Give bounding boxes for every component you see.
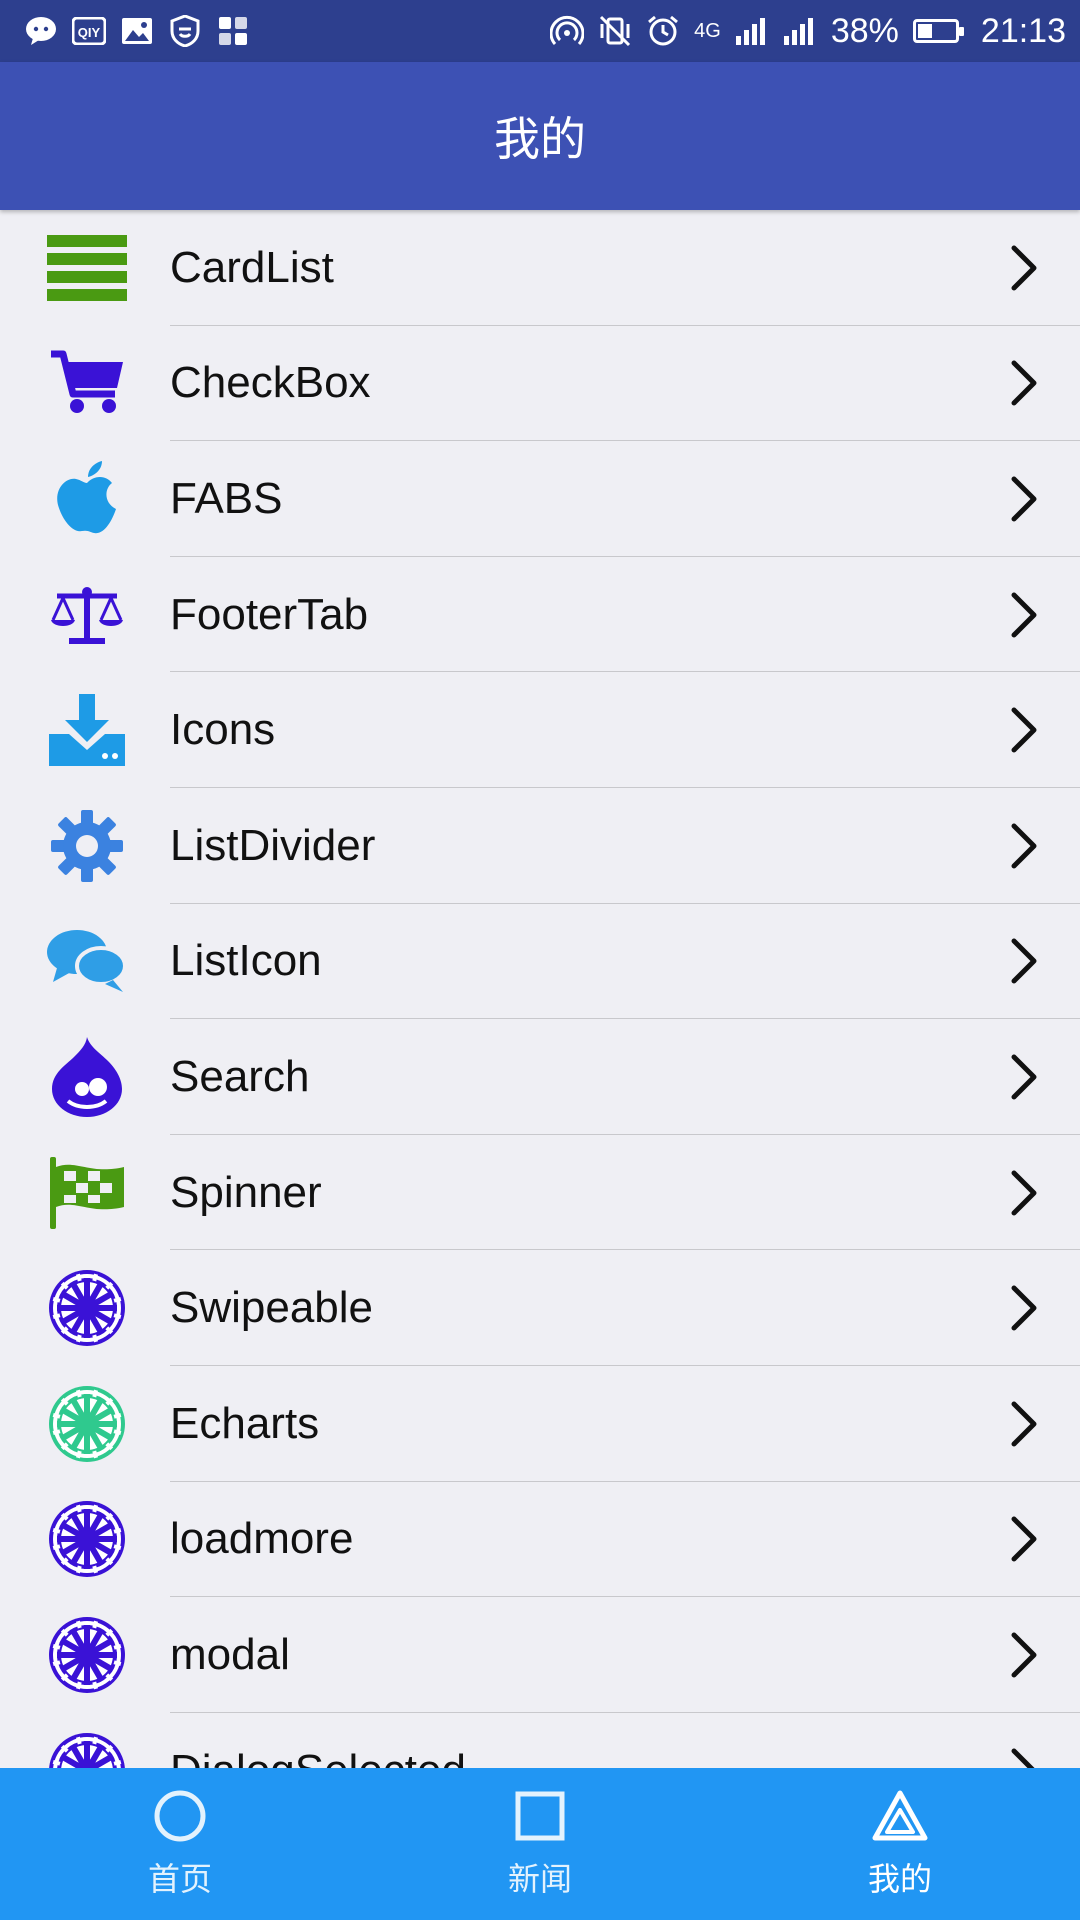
app-header: 我的	[0, 62, 1080, 210]
list-item-cardlist[interactable]: CardList	[0, 210, 1080, 326]
list-item-modal[interactable]: modal	[0, 1597, 1080, 1713]
list-item-loadmore[interactable]: loadmore	[0, 1482, 1080, 1598]
list-item-swipeable[interactable]: Swipeable	[0, 1250, 1080, 1366]
tab-news[interactable]: 新闻	[360, 1768, 720, 1920]
list-item-label: modal	[170, 1629, 290, 1679]
tab-home[interactable]: 首页	[0, 1768, 360, 1920]
menu-list[interactable]: CardList CheckBox FABS FooterTab Icons ListDi…	[0, 210, 1080, 1768]
chevron-right-icon	[1008, 706, 1040, 754]
page-title: 我的	[494, 113, 586, 165]
list-item-label: FooterTab	[170, 589, 369, 639]
shield-icon	[168, 14, 202, 48]
status-bar-right: 4G 38% 21:13	[550, 12, 1066, 51]
flag-icon	[46, 1152, 128, 1234]
cart-icon	[46, 342, 128, 424]
empire-icon	[46, 1614, 128, 1696]
status-bar-left: QIY	[24, 14, 250, 48]
list-item-label: loadmore	[170, 1514, 354, 1564]
alarm-icon	[646, 14, 680, 48]
list-item-checkbox[interactable]: CheckBox	[0, 326, 1080, 442]
list-icon	[46, 227, 128, 309]
image-icon	[120, 14, 154, 48]
drupal-icon	[46, 1036, 128, 1118]
list-item-icons[interactable]: Icons	[0, 672, 1080, 788]
apple-icon	[46, 458, 128, 540]
empire-icon	[46, 1730, 128, 1768]
list-item-spinner[interactable]: Spinner	[0, 1135, 1080, 1251]
chat-bubbles-icon	[46, 920, 128, 1002]
chevron-right-icon	[1008, 1053, 1040, 1101]
chevron-right-icon	[1008, 1515, 1040, 1563]
list-item-label: Echarts	[170, 1398, 320, 1448]
list-item-label: DialogSelected	[170, 1746, 466, 1768]
empire-icon	[46, 1383, 128, 1465]
download-icon	[46, 689, 128, 771]
apps-icon	[216, 14, 250, 48]
list-item-label: CardList	[170, 242, 334, 292]
list-item-label: Search	[170, 1051, 310, 1101]
empire-icon	[46, 1498, 128, 1580]
chevron-right-icon	[1008, 1284, 1040, 1332]
wechat-icon	[24, 14, 58, 48]
chevron-right-icon	[1008, 1631, 1040, 1679]
chevron-right-icon	[1008, 244, 1040, 292]
chevron-right-icon	[1008, 1400, 1040, 1448]
tab-label: 新闻	[507, 1861, 572, 1897]
chevron-right-icon	[1008, 1747, 1040, 1768]
hotspot-icon	[550, 14, 585, 48]
vibrate-off-icon	[598, 14, 632, 48]
list-item-listdivider[interactable]: ListDivider	[0, 788, 1080, 904]
list-item-search[interactable]: Search	[0, 1019, 1080, 1135]
triangle-icon	[872, 1788, 928, 1844]
list-item-label: Spinner	[170, 1167, 322, 1217]
gear-icon	[46, 805, 128, 887]
chevron-right-icon	[1008, 591, 1040, 639]
tab-mine[interactable]: 我的	[720, 1768, 1080, 1920]
battery-level	[917, 24, 932, 38]
tab-label: 首页	[147, 1861, 212, 1897]
list-item-listicon[interactable]: ListIcon	[0, 904, 1080, 1020]
circle-icon	[152, 1788, 208, 1844]
chevron-right-icon	[1008, 475, 1040, 523]
list-item-echarts[interactable]: Echarts	[0, 1366, 1080, 1482]
battery-icon	[912, 19, 964, 43]
iqiyi-icon: QIY	[72, 14, 106, 48]
list-item-label: CheckBox	[170, 358, 371, 408]
tab-label: 我的	[867, 1861, 932, 1897]
chevron-right-icon	[1008, 822, 1040, 870]
network-type: 4G	[694, 19, 721, 42]
list-item-label: FABS	[170, 473, 283, 523]
bottom-tab-bar: 首页 新闻 我的	[0, 1768, 1080, 1920]
battery-percent: 38%	[830, 11, 899, 50]
empire-icon	[46, 1267, 128, 1349]
status-bar: QIY 4G 38% 21:13	[0, 0, 1080, 62]
square-icon	[512, 1788, 568, 1844]
chevron-right-icon	[1008, 359, 1040, 407]
list-item-label: Swipeable	[170, 1283, 374, 1333]
balance-scale-icon	[46, 574, 128, 656]
chevron-right-icon	[1008, 1169, 1040, 1217]
svg-text:QIY: QIY	[78, 25, 101, 40]
list-item-fabs[interactable]: FABS	[0, 441, 1080, 557]
list-item-label: Icons	[170, 705, 276, 755]
list-item-label: ListDivider	[170, 820, 376, 870]
list-item-footertab[interactable]: FooterTab	[0, 557, 1080, 673]
list-item-label: ListIcon	[170, 936, 322, 986]
signal-icon	[783, 14, 817, 48]
clock: 21:13	[980, 11, 1066, 50]
chevron-right-icon	[1008, 937, 1040, 985]
list-item-dialogselected[interactable]: DialogSelected	[0, 1713, 1080, 1768]
signal-icon	[735, 14, 769, 48]
